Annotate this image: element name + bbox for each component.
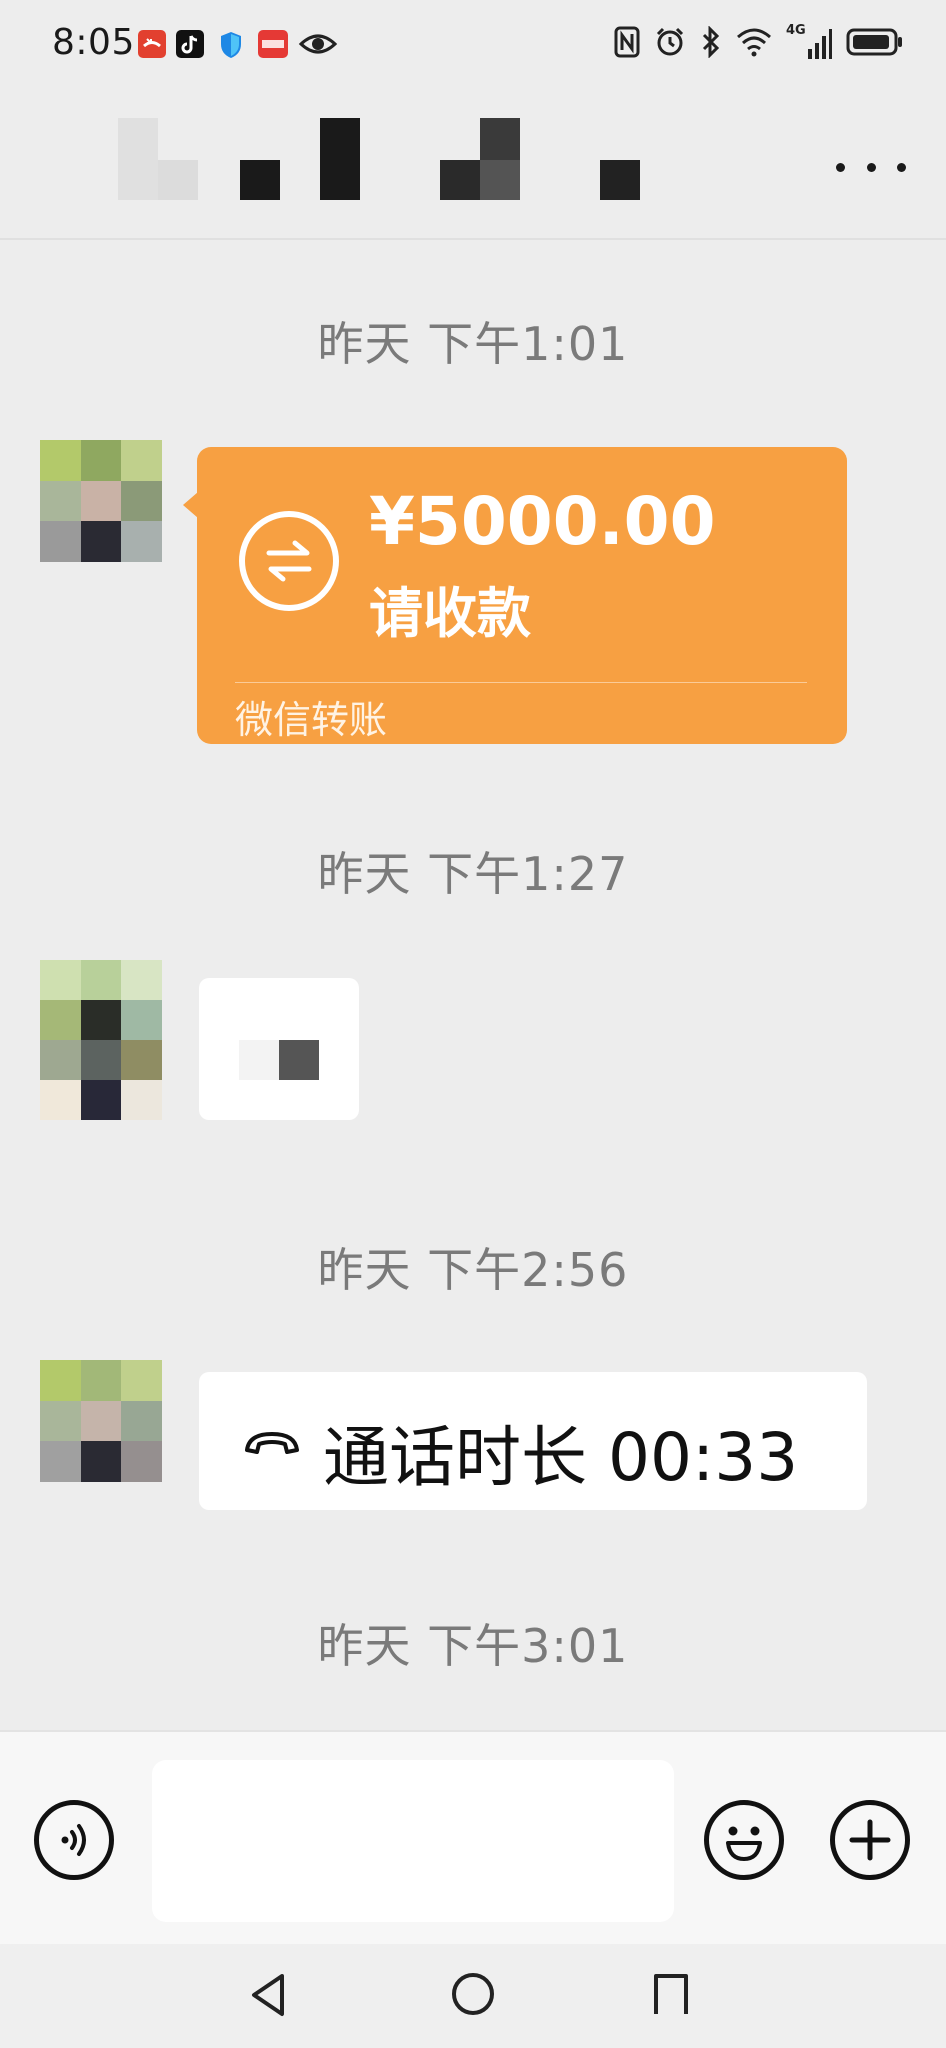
- battery-icon: [846, 27, 904, 61]
- avatar[interactable]: [40, 440, 162, 562]
- divider: [235, 682, 807, 683]
- back-icon[interactable]: [246, 1970, 296, 2020]
- transfer-status: 请收款: [369, 582, 531, 645]
- pixelated-message-bubble[interactable]: [199, 978, 359, 1120]
- chat-header: [0, 88, 946, 240]
- voice-icon[interactable]: [34, 1800, 114, 1880]
- input-bar: [0, 1730, 946, 1946]
- home-icon[interactable]: [449, 1970, 497, 2018]
- status-time: 8:05: [52, 22, 135, 63]
- recents-icon[interactable]: [648, 1970, 696, 2018]
- transfer-amount: ¥5000.00: [369, 483, 716, 560]
- plus-icon[interactable]: [830, 1800, 910, 1880]
- missed-call-icon: [138, 30, 166, 58]
- toutiao-icon: [258, 30, 288, 58]
- message-timestamp: 昨天 下午2:56: [317, 1243, 629, 1297]
- bubble-tail: [183, 492, 198, 518]
- status-bar: 8:05 4G: [0, 0, 946, 88]
- transfer-source-label: 微信转账: [235, 698, 388, 742]
- avatar[interactable]: [40, 960, 162, 1120]
- transfer-arrows-icon: [239, 511, 339, 611]
- emoji-icon[interactable]: [704, 1800, 784, 1880]
- message-timestamp: 昨天 下午1:27: [317, 847, 629, 901]
- message-timestamp: 昨天 下午3:01: [317, 1619, 629, 1673]
- bluetooth-icon: [700, 25, 722, 62]
- call-record-bubble[interactable]: 通话时长 00:33: [199, 1372, 867, 1510]
- system-status-icons: 4G: [614, 23, 904, 64]
- phone-hangup-icon: [241, 1424, 303, 1460]
- call-duration-text: 通话时长 00:33: [323, 1419, 799, 1496]
- shield-icon: [218, 30, 244, 60]
- system-nav-bar: [0, 1944, 946, 2048]
- more-dots-icon[interactable]: [836, 152, 906, 182]
- transfer-card[interactable]: ¥5000.00 请收款 微信转账: [197, 447, 847, 744]
- signal-icon: 4G: [786, 23, 832, 61]
- contact-name-pixelated: [118, 118, 648, 200]
- nfc-icon: [614, 26, 640, 62]
- message-timestamp: 昨天 下午1:01: [317, 317, 629, 371]
- eye-icon: [298, 30, 338, 58]
- message-input[interactable]: [152, 1760, 674, 1922]
- avatar[interactable]: [40, 1360, 162, 1482]
- tiktok-icon: [176, 30, 204, 58]
- alarm-icon: [654, 26, 686, 62]
- wifi-icon: [736, 27, 772, 61]
